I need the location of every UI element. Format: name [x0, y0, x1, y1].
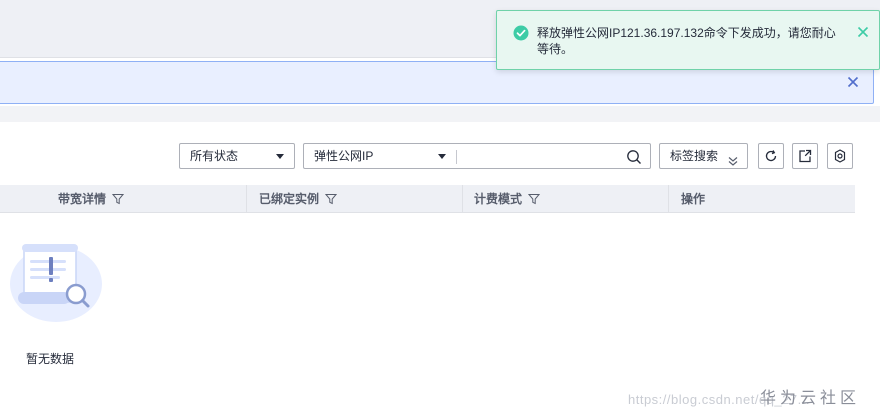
column-label: 已绑定实例: [259, 192, 320, 206]
close-icon[interactable]: [855, 24, 871, 40]
status-select[interactable]: 所有状态: [179, 143, 295, 169]
column-label: 操作: [681, 192, 706, 206]
column-header-bandwidth: 带宽详情: [58, 185, 125, 213]
search-field-value: 弹性公网IP: [314, 149, 374, 163]
search-icon[interactable]: [626, 149, 642, 165]
column-divider: [462, 185, 463, 213]
export-icon: [799, 149, 812, 163]
search-input[interactable]: [460, 146, 620, 166]
tag-search-label: 标签搜索: [670, 149, 719, 163]
refresh-icon: [765, 150, 777, 162]
watermark-brand: 华为云社区: [760, 388, 861, 407]
success-toast: 释放弹性公网IP121.36.197.132命令下发成功，请您耐心等待。: [496, 10, 880, 70]
table-header: 带宽详情 已绑定实例 计费模式 操作: [0, 185, 855, 213]
close-icon[interactable]: [845, 74, 861, 90]
section-divider: [0, 106, 880, 122]
filter-icon[interactable]: [325, 193, 338, 205]
toast-message: 释放弹性公网IP121.36.197.132命令下发成功，请您耐心等待。: [537, 26, 836, 56]
column-label: 计费模式: [474, 192, 523, 206]
settings-button[interactable]: [827, 143, 853, 169]
column-divider: [246, 185, 247, 213]
caret-down-icon: [276, 154, 284, 159]
column-divider: [668, 185, 669, 213]
check-circle-icon: [513, 25, 529, 41]
tag-search-button[interactable]: 标签搜索: [659, 143, 748, 169]
column-header-operation: 操作: [681, 185, 705, 213]
filter-icon[interactable]: [528, 193, 541, 205]
column-header-billing-mode: 计费模式: [474, 185, 541, 213]
settings-icon: [834, 149, 846, 163]
double-chevron-down-icon: [727, 151, 739, 166]
empty-state-illustration: [4, 240, 104, 324]
empty-state-text: 暂无数据: [26, 352, 75, 366]
search-box: [456, 143, 651, 169]
search-field-select[interactable]: 弹性公网IP: [303, 143, 457, 169]
caret-down-icon: [438, 154, 446, 159]
status-select-value: 所有状态: [190, 149, 239, 163]
export-button[interactable]: [792, 143, 818, 169]
column-header-bound-instance: 已绑定实例: [259, 185, 338, 213]
refresh-button[interactable]: [758, 143, 784, 169]
input-divider: [456, 150, 457, 164]
filter-icon[interactable]: [112, 193, 125, 205]
column-label: 带宽详情: [58, 192, 107, 206]
